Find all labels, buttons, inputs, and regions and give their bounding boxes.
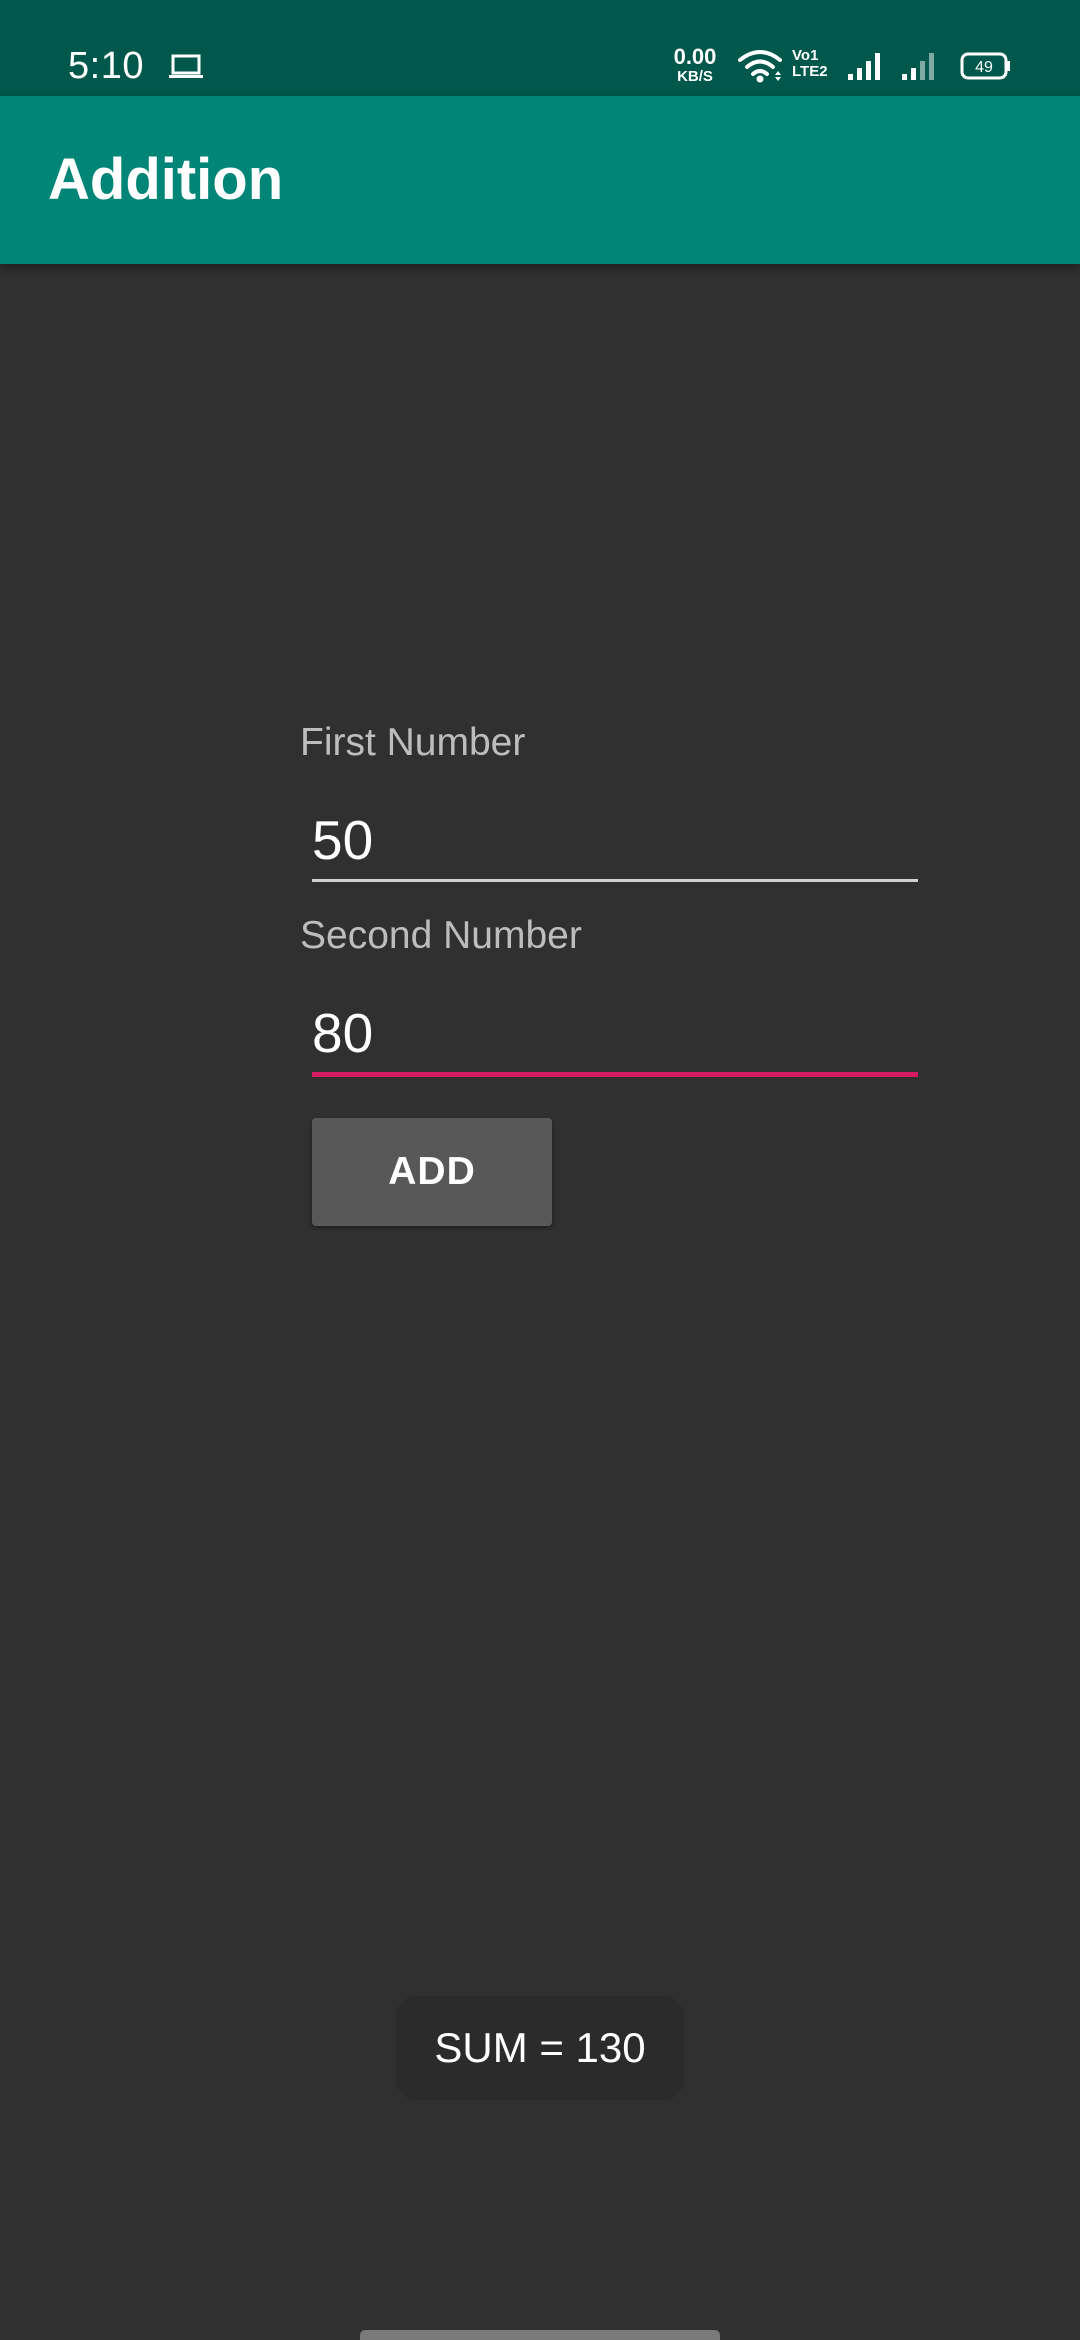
signal-icon xyxy=(902,53,934,80)
first-number-input[interactable] xyxy=(312,804,918,876)
status-time: 5:10 xyxy=(68,45,144,87)
network-speed-unit: KB/S xyxy=(677,68,713,85)
laptop-icon xyxy=(169,54,203,78)
battery-icon: 49 xyxy=(960,52,1010,80)
network-speed-value: 0.00 xyxy=(673,44,717,69)
battery-level: 49 xyxy=(975,59,993,76)
add-button[interactable]: ADD xyxy=(312,1118,552,1226)
volte-label: Vo xyxy=(792,47,811,64)
sim2-label: 2 xyxy=(819,63,828,80)
app-bar: Addition xyxy=(0,96,1080,264)
network-speed: 0.00 KB/S xyxy=(670,44,720,85)
first-number-label: First Number xyxy=(300,721,526,764)
lte-label: LTE xyxy=(792,63,820,80)
screen: 5:10 0.00 KB/S Vo1 LTE2 49 Addition Firs… xyxy=(0,0,1080,2340)
second-number-input[interactable] xyxy=(312,997,918,1069)
status-bar: 5:10 0.00 KB/S Vo1 LTE2 49 xyxy=(0,0,1080,96)
signal-icon xyxy=(848,53,880,80)
app-title: Addition xyxy=(48,147,284,212)
sum-toast: SUM = 130 xyxy=(396,1996,684,2100)
home-indicator[interactable] xyxy=(360,2330,720,2340)
sum-toast-text: SUM = 130 xyxy=(434,2024,646,2071)
second-number-underline xyxy=(312,1072,918,1077)
volte-icon: Vo1 LTE2 xyxy=(792,48,832,82)
first-number-underline xyxy=(312,879,918,882)
wifi-icon xyxy=(738,50,782,83)
second-number-label: Second Number xyxy=(300,914,582,957)
sim1-label: 1 xyxy=(810,47,819,64)
